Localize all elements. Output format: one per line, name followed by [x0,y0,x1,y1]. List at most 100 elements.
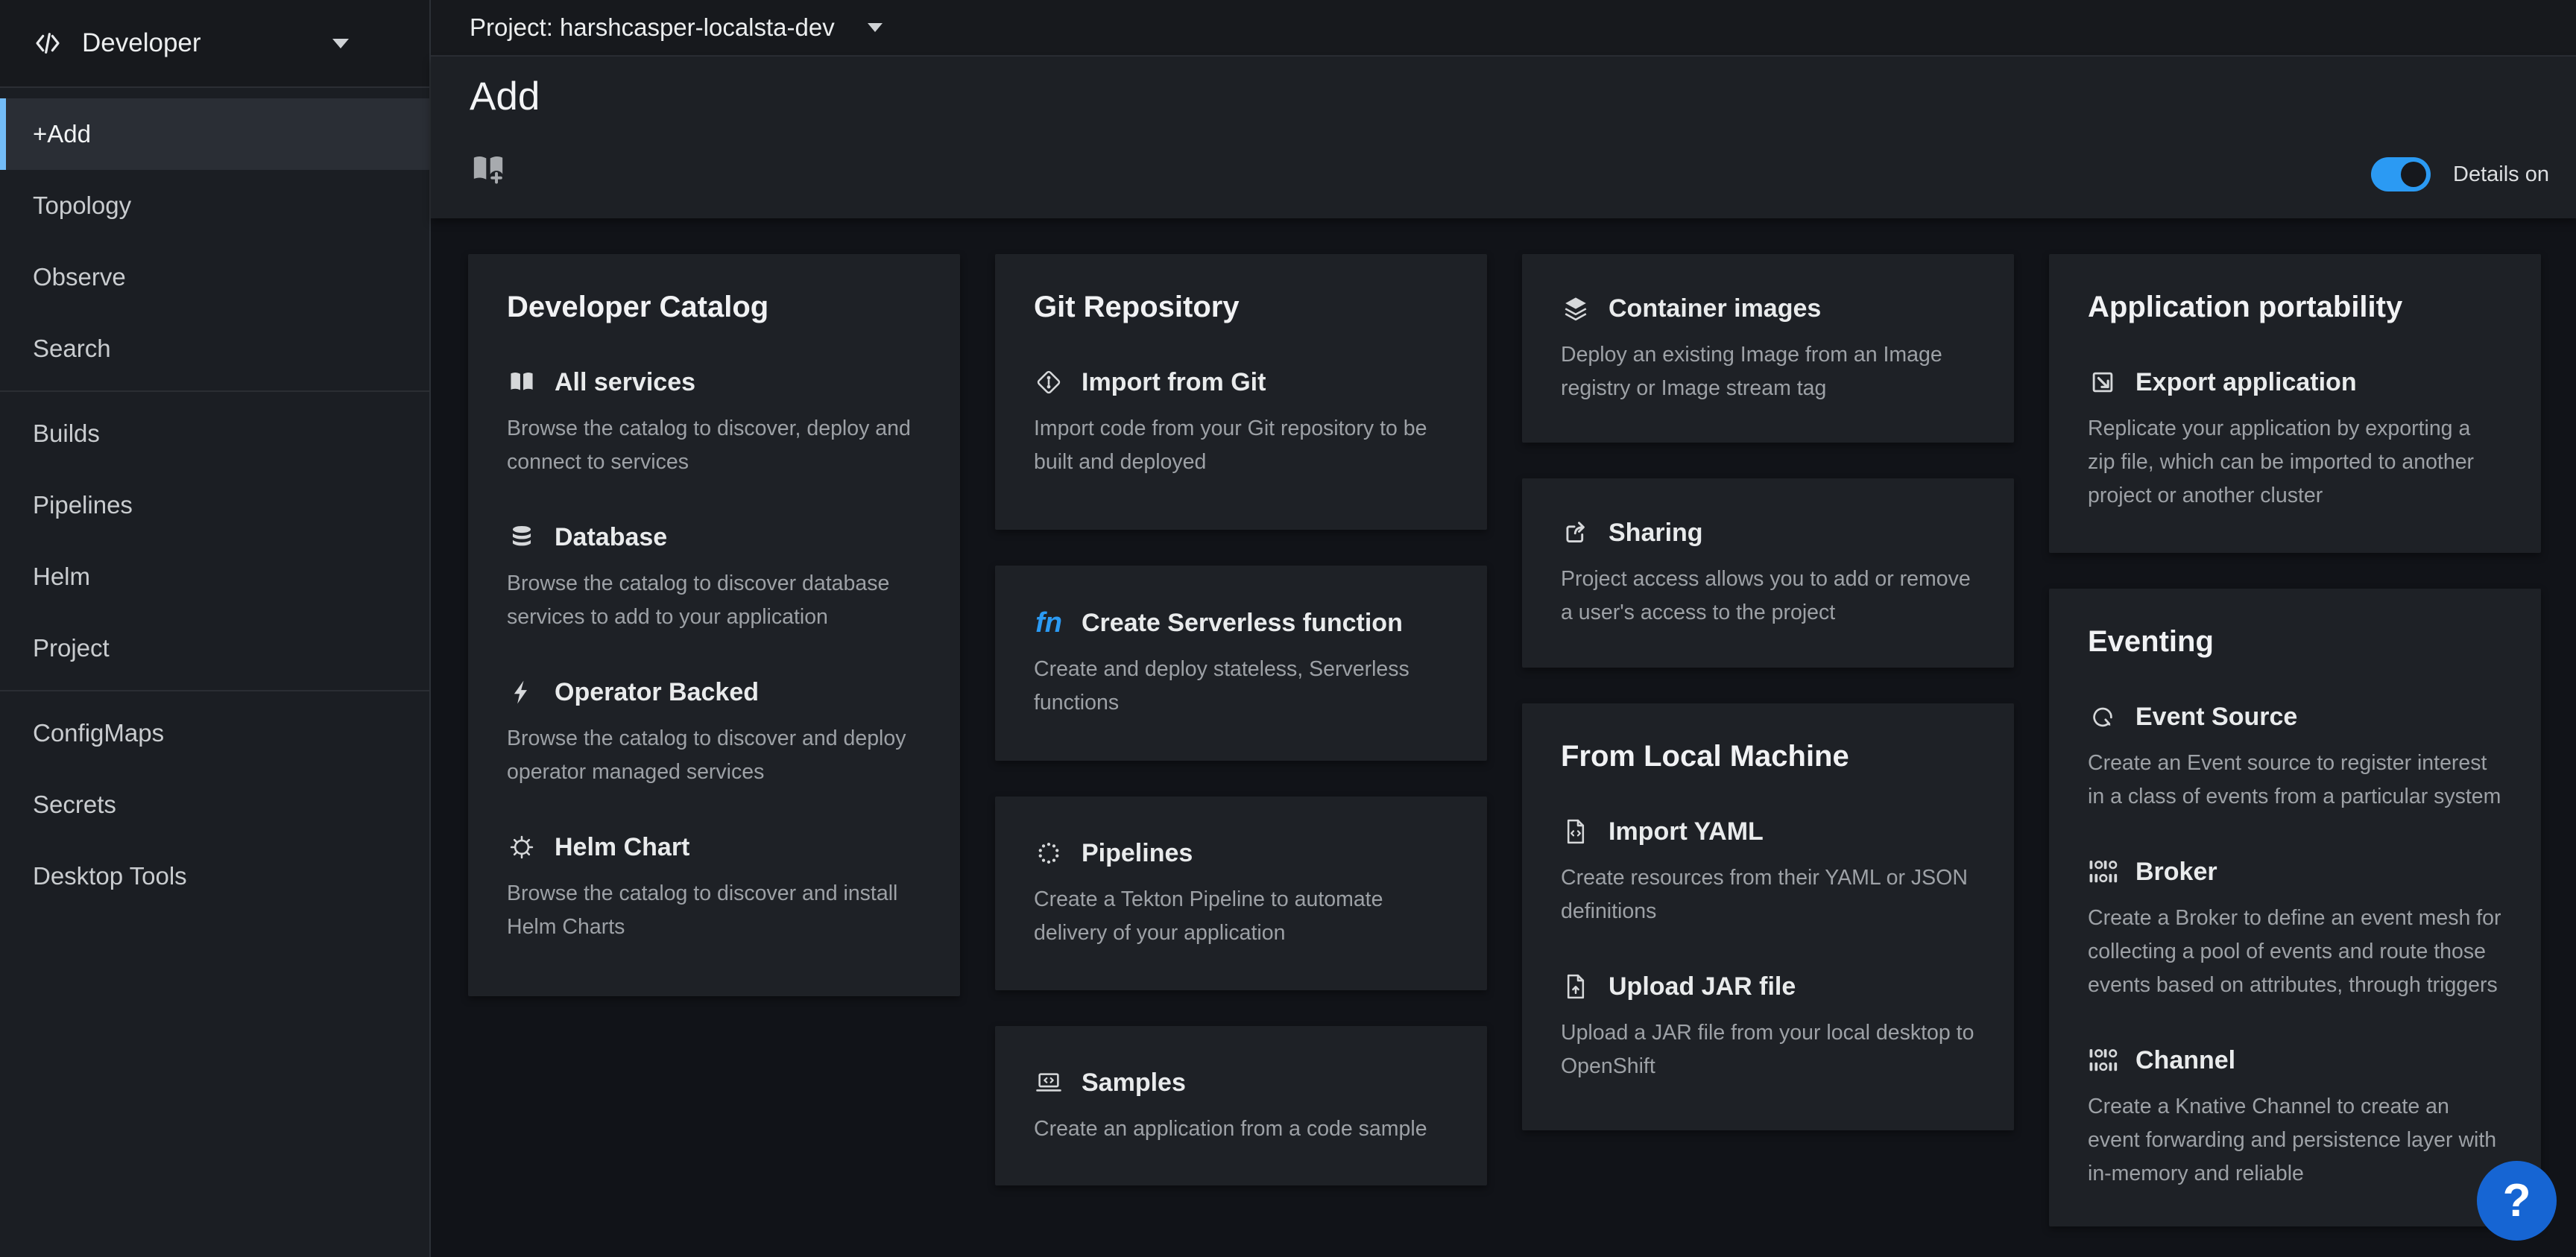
page-header: Add Details on [431,57,2576,218]
tile-description: Create a Knative Channel to create an ev… [2088,1090,2502,1191]
perspective-label: Developer [82,28,201,58]
tile-upload-jar-file: Upload JAR file Upload a JAR file from y… [1561,970,1975,1083]
card-developer-catalog: Developer Catalog All services Browse th… [468,254,960,996]
sidebar-item-helm[interactable]: Helm [0,541,429,612]
sidebar-item-add[interactable]: +Add [0,98,429,170]
tile-link[interactable]: Samples [1034,1066,1448,1099]
tile-pipelines: Pipelines Create a Tekton Pipeline to au… [1034,837,1448,950]
share-icon [1561,518,1591,548]
nav-divider [0,390,429,392]
tile-link[interactable]: fn Create Serverless function [1034,607,1448,639]
details-toggle-group: Details on [2371,157,2549,191]
card-title: Application portability [2088,290,2502,324]
details-toggle-switch[interactable] [2371,157,2431,191]
card-from-local-machine: From Local Machine Im [1522,703,2014,1130]
tile-description: Create a Tekton Pipeline to automate del… [1034,883,1448,950]
tile-description: Browse the catalog to discover, deploy a… [507,412,921,479]
tile-link[interactable]: Event Source [2088,700,2502,733]
card-pipelines: Pipelines Create a Tekton Pipeline to au… [995,797,1487,990]
book-plus-icon [470,151,507,188]
tile-database: Database Browse the catalog to discover … [507,521,921,634]
card-title: Developer Catalog [507,290,921,324]
tile-description: Deploy an existing Image from an Image r… [1561,338,1975,405]
helm-icon [507,832,537,862]
event-source-icon [2088,702,2118,732]
card-column: Container images Deploy an existing Imag… [1522,254,2014,1130]
file-upload-icon [1561,972,1591,1001]
card-column: Application portability [2049,254,2541,1226]
tile-link[interactable]: Helm Chart [507,831,921,864]
sidebar: Developer +Add Topology Observe Search B… [0,0,431,1257]
toggle-knob [2401,162,2426,187]
sidebar-item-builds[interactable]: Builds [0,398,429,469]
tile-link[interactable]: Operator Backed [507,676,921,709]
tile-broker: Broker Create a Broker to define an even… [2088,855,2502,1002]
tile-description: Import code from your Git repository to … [1034,412,1448,479]
help-button[interactable]: ? [2477,1161,2557,1241]
tile-description: Create an application from a code sample [1034,1112,1448,1146]
tile-link[interactable]: Import from Git [1034,366,1448,399]
broker-icon [2088,857,2118,887]
pipelines-icon [1034,838,1064,868]
layers-icon [1561,294,1591,323]
database-icon [507,522,537,552]
tile-link[interactable]: Container images [1561,292,1975,325]
page-title: Add [470,75,2576,119]
tile-description: Replicate your application by exporting … [2088,412,2502,513]
file-code-icon [1561,817,1591,846]
tile-link[interactable]: All services [507,366,921,399]
tile-link[interactable]: Upload JAR file [1561,970,1975,1003]
tile-link[interactable]: Broker [2088,855,2502,888]
tile-import-yaml: Import YAML Create resources from their … [1561,815,1975,928]
tile-description: Browse the catalog to discover and insta… [507,877,921,944]
tile-link[interactable]: Sharing [1561,516,1975,549]
sidebar-item-secrets[interactable]: Secrets [0,769,429,840]
card-title: From Local Machine [1561,739,1975,773]
details-toggle-label: Details on [2453,162,2549,187]
tile-samples: Samples Create an application from a cod… [1034,1066,1448,1146]
sidebar-item-desktop-tools[interactable]: Desktop Tools [0,840,429,912]
channel-icon [2088,1045,2118,1075]
tile-link[interactable]: Import YAML [1561,815,1975,848]
sidebar-item-topology[interactable]: Topology [0,170,429,241]
tile-event-source: Event Source Create an Event source to r… [2088,700,2502,814]
card-column: Developer Catalog All services Browse th… [468,254,960,996]
card-grid: Developer Catalog All services Browse th… [431,218,2576,1226]
card-samples: Samples Create an application from a cod… [995,1026,1487,1185]
serverless-fn-icon: fn [1034,608,1064,638]
tile-channel: Channel Create a Knative Channel to crea… [2088,1044,2502,1191]
project-selector-label: Project: harshcasper-localsta-dev [470,13,835,42]
card-container-images: Container images Deploy an existing Imag… [1522,254,2014,443]
chevron-down-icon [868,23,883,32]
card-title: Eventing [2088,624,2502,659]
tile-link[interactable]: Channel [2088,1044,2502,1077]
sidebar-item-observe[interactable]: Observe [0,241,429,313]
quick-start-catalog-button[interactable] [470,151,507,188]
sidebar-item-project[interactable]: Project [0,612,429,684]
tile-description: Create and deploy stateless, Serverless … [1034,653,1448,720]
tile-link[interactable]: Pipelines [1034,837,1448,870]
tile-description: Upload a JAR file from your local deskto… [1561,1016,1975,1083]
app-screen: Developer +Add Topology Observe Search B… [0,0,2576,1257]
sidebar-item-pipelines[interactable]: Pipelines [0,469,429,541]
code-icon [33,28,63,58]
add-page-content: Developer Catalog All services Browse th… [431,218,2576,1257]
git-icon [1034,367,1064,397]
tile-link[interactable]: Database [507,521,921,554]
sidebar-item-search[interactable]: Search [0,313,429,384]
card-sharing: Sharing Project access allows you to add… [1522,478,2014,668]
project-selector[interactable]: Project: harshcasper-localsta-dev [431,0,2576,57]
sidebar-item-configmaps[interactable]: ConfigMaps [0,697,429,769]
tile-all-services: All services Browse the catalog to disco… [507,366,921,479]
bolt-icon [507,677,537,707]
tile-operator-backed: Operator Backed Browse the catalog to di… [507,676,921,789]
tile-helm-chart: Helm Chart Browse the catalog to discove… [507,831,921,944]
card-serverless-function: fn Create Serverless function Create and… [995,566,1487,761]
chevron-down-icon [332,39,349,48]
tile-export-application: Export application Replicate your applic… [2088,366,2502,513]
tile-description: Project access allows you to add or remo… [1561,563,1975,630]
tile-link[interactable]: Export application [2088,366,2502,399]
card-git-repository: Git Repository [995,254,1487,530]
tile-description: Create a Broker to define an event mesh … [2088,902,2502,1002]
perspective-switcher[interactable]: Developer [0,0,429,88]
